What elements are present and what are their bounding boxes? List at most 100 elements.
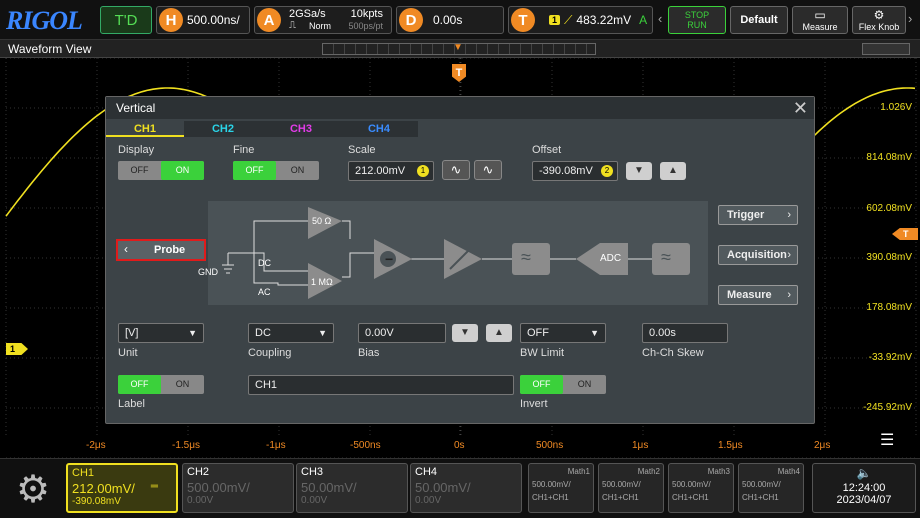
stop-run-button[interactable]: STOP RUN [668, 6, 726, 34]
fine-label: Fine [233, 144, 255, 156]
x-tick-label: -1μs [266, 440, 286, 451]
t-badge: T [511, 8, 535, 32]
rigol-logo: RIGOL [6, 6, 83, 35]
x-tick-label: 2μs [814, 440, 831, 451]
offset-label: Offset [532, 144, 562, 156]
x-tick-label: 1μs [632, 440, 649, 451]
math4-status-box[interactable]: Math4 500.00mV/ CH1+CH1 [738, 463, 804, 513]
ch3-status-box[interactable]: CH3 50.00mV/ 0.00V [296, 463, 408, 513]
delay-button[interactable]: D 0.00s [396, 6, 504, 34]
coupling-select[interactable]: DC [248, 323, 334, 343]
signal-path-diagram: 50 Ω 1 MΩ DC AC − ≈ ADC ≈ [208, 201, 708, 305]
h-badge: H [159, 8, 183, 32]
unit-label: Unit [118, 347, 138, 359]
trigger-button[interactable]: T 1 ⟋ 483.22mV A [508, 6, 653, 34]
skew-label: Ch-Ch Skew [642, 347, 704, 359]
offset-field[interactable]: -390.08mV 2 [532, 161, 618, 181]
invert-label: Invert [520, 398, 548, 410]
filter-icon: ≈ [661, 247, 671, 267]
chevron-right-icon[interactable]: › [908, 11, 912, 26]
bw-limit-select[interactable]: OFF [520, 323, 606, 343]
knob-icon: ⚙ [873, 8, 885, 22]
filter-icon: ≈ [521, 247, 531, 267]
x-tick-label: -500ns [350, 440, 381, 451]
chevron-left-icon: ‹ [124, 242, 128, 256]
trigger-position-marker-icon: ▼ [453, 42, 463, 53]
ch2-status-box[interactable]: CH2 500.00mV/ 0.00V [182, 463, 294, 513]
offset-down-button[interactable]: ▼ [626, 162, 652, 180]
math1-status-box[interactable]: Math1 500.00mV/ CH1+CH1 [528, 463, 594, 513]
knob-2-icon: 2 [601, 165, 613, 177]
ch4-status-box[interactable]: CH4 50.00mV/ 0.00V [410, 463, 522, 513]
top-bar: RIGOL T'D H 500.00ns/ A 2GSa/s 10kpts ⎍ … [0, 0, 920, 40]
math3-status-box[interactable]: Math3 500.00mV/ CH1+CH1 [668, 463, 734, 513]
unit-select[interactable]: [V] [118, 323, 204, 343]
x-tick-label: -1.5μs [172, 440, 200, 451]
tab-ch3[interactable]: CH3 [262, 121, 340, 137]
flex-knob-button[interactable]: ⚙ Flex Knob [852, 6, 906, 34]
dc-coupling-icon: ═ [150, 481, 158, 492]
dialog-title: Vertical [106, 97, 814, 119]
scale-field[interactable]: 212.00mV 1 [348, 161, 434, 181]
ruler-icon: ▭ [814, 8, 826, 22]
acquire-button[interactable]: A 2GSa/s 10kpts ⎍ Norm 500ps/pt [254, 6, 392, 34]
home-gear-icon[interactable]: ⚙ [6, 465, 60, 513]
measure-top-button[interactable]: ▭ Measure [792, 6, 848, 34]
coupling-label: Coupling [248, 347, 292, 359]
x-tick-label: -2μs [86, 440, 106, 451]
default-button[interactable]: Default [730, 6, 788, 34]
display-label: Display [118, 144, 155, 156]
speaker-icon: 🔈 [856, 466, 872, 480]
invert-toggle[interactable]: OFF ON [520, 375, 606, 394]
y-tick-label: 602.08mV [866, 203, 912, 214]
y-tick-label: 814.08mV [866, 152, 912, 163]
display-toggle[interactable]: OFF ON [118, 161, 204, 180]
scale-label: Scale [348, 144, 376, 156]
y-tick-label: 390.08mV [866, 252, 912, 263]
horizontal-button[interactable]: H 500.00ns/ [156, 6, 250, 34]
bottom-bar: ⚙ CH1 212.00mV/ -390.08mV ═ CH2 500.00mV… [0, 458, 920, 518]
scale-increase-wave-icon[interactable]: ∿ [474, 160, 502, 180]
clock-panel[interactable]: 🔈 12:24:00 2023/04/07 [812, 463, 916, 513]
minus-icon: − [385, 251, 394, 267]
y-tick-label: 1.026V [880, 102, 912, 113]
norm-icon: ⎍ [289, 20, 296, 31]
x-tick-label: 500ns [536, 440, 564, 451]
tab-ch2[interactable]: CH2 [184, 121, 262, 137]
math2-status-box[interactable]: Math2 500.00mV/ CH1+CH1 [598, 463, 664, 513]
scale-decrease-wave-icon[interactable]: ∿ [442, 160, 470, 180]
bias-up-button[interactable]: ▲ [486, 324, 512, 342]
offset-up-button[interactable]: ▲ [660, 162, 686, 180]
y-tick-label: 178.08mV [866, 302, 912, 313]
a-badge: A [257, 8, 281, 32]
y-tick-label: -33.92mV [868, 352, 912, 363]
waveform-view-titlebar: Waveform View ▼ [0, 40, 920, 58]
zoom-scrollbar[interactable] [862, 43, 910, 55]
label-toggle[interactable]: OFF ON [118, 375, 204, 394]
knob-1-icon: 1 [417, 165, 429, 177]
d-badge: D [399, 8, 423, 32]
label-input[interactable]: CH1 [248, 375, 514, 395]
bias-down-button[interactable]: ▼ [452, 324, 478, 342]
menu-collapse-icon[interactable]: ☰ [880, 430, 894, 450]
x-tick-label: 0s [454, 440, 465, 451]
acquisition-side-button[interactable]: Acquisition [718, 245, 798, 265]
ch1-status-box[interactable]: CH1 212.00mV/ -390.08mV ═ [66, 463, 178, 513]
bias-label: Bias [358, 347, 380, 359]
x-tick-label: 1.5μs [718, 440, 743, 451]
tab-ch1[interactable]: CH1 [106, 121, 184, 137]
probe-button[interactable]: ‹ Probe [116, 239, 206, 261]
chevron-left-icon[interactable]: ‹ [658, 11, 662, 26]
label-label: Label [118, 398, 145, 410]
y-tick-label: -245.92mV [863, 402, 912, 413]
tab-ch4[interactable]: CH4 [340, 121, 418, 137]
mode-indicator[interactable]: T'D [100, 6, 152, 34]
vertical-dialog: Vertical ✕ CH1 CH2 CH3 CH4 Display OFF ON… [105, 96, 815, 424]
measure-side-button[interactable]: Measure [718, 285, 798, 305]
fine-toggle[interactable]: OFF ON [233, 161, 319, 180]
skew-field[interactable]: 0.00s [642, 323, 728, 343]
trigger-side-button[interactable]: Trigger [718, 205, 798, 225]
trigger-source-badge: 1 [549, 15, 561, 25]
bias-field[interactable]: 0.00V [358, 323, 446, 343]
close-icon[interactable]: ✕ [793, 98, 808, 119]
